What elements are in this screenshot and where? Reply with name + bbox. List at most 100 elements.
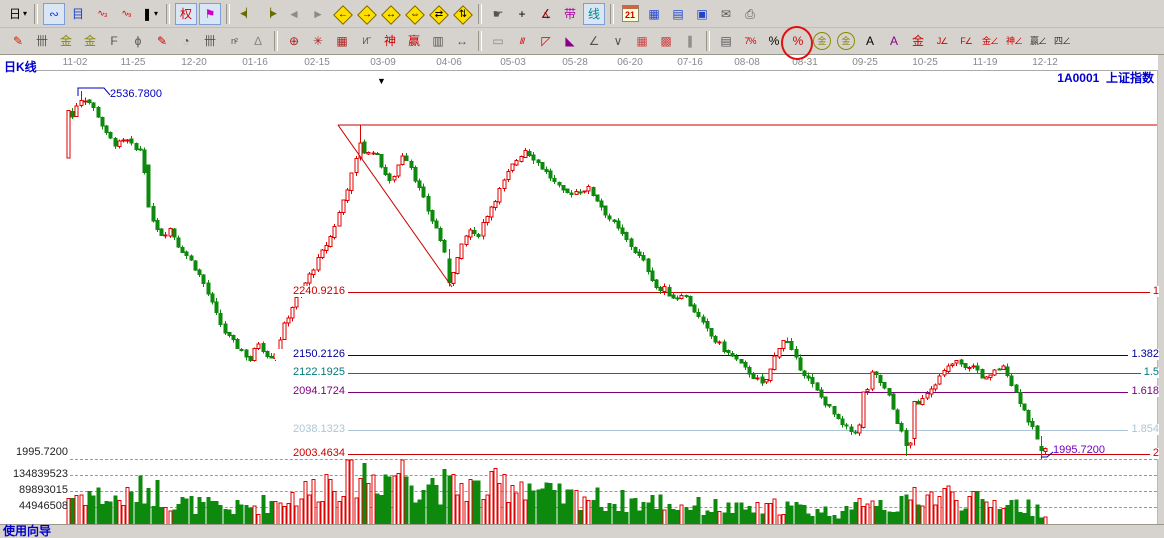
golden-section2-tool[interactable]: 金 — [79, 30, 101, 52]
save-button[interactable]: ▣ — [691, 3, 713, 25]
zoom-out-button[interactable]: ↔ — [379, 3, 401, 25]
fib-ratio-label: 1.382 — [1128, 349, 1159, 360]
toolbar-separator — [478, 4, 482, 24]
golden-section-tool[interactable]: 金 — [55, 30, 77, 52]
angle-j-tool[interactable]: J∠ — [931, 30, 953, 52]
zoom-in-button[interactable]: ⇔ — [403, 3, 425, 25]
gann-grid-tool[interactable]: ▦ — [331, 30, 353, 52]
hand-tool-button[interactable]: ☛ — [487, 3, 509, 25]
page-prev-button[interactable]: ◄ — [283, 3, 305, 25]
angle-rays-tool[interactable]: ∠ — [583, 30, 605, 52]
angle-shen-tool[interactable]: 神∠ — [1003, 30, 1025, 52]
overlay-chart-button[interactable]: ∾ — [43, 3, 65, 25]
fib-lines-tool[interactable]: F — [103, 30, 125, 52]
date-axis-label: 11-02 — [63, 57, 88, 68]
angle-f-tool[interactable]: F∠ — [955, 30, 977, 52]
restore-rights-button[interactable]: 权 — [175, 3, 197, 25]
ruler-tool[interactable]: ▥ — [427, 30, 449, 52]
notebook-button[interactable]: ▤ — [667, 3, 689, 25]
marker-triangle-icon: ▼ — [377, 76, 386, 86]
candlestick-and-volume-canvas — [0, 0, 1164, 532]
fan-solid-tool[interactable]: ◣ — [559, 30, 581, 52]
level-price-label: 2240.9216 — [275, 286, 345, 297]
gann-star-tool[interactable]: ✳ — [307, 30, 329, 52]
line-tool-button[interactable]: 线 — [583, 3, 605, 25]
date-axis-label: 11-19 — [973, 57, 998, 68]
skip-last-button[interactable]: ▕▶ — [259, 3, 281, 25]
speed-fan-tool[interactable]: /// — [511, 30, 533, 52]
percent7-tool[interactable]: 7% — [739, 30, 761, 52]
calendar-button[interactable]: 21 — [619, 3, 641, 25]
date-axis-label: 09-25 — [852, 57, 878, 68]
parallel-tool[interactable]: ∥ — [679, 30, 701, 52]
shen-tool[interactable]: 神 — [379, 30, 401, 52]
wave-label-tool[interactable]: A — [883, 30, 905, 52]
gold-circle-hline-tool[interactable]: 金 — [835, 30, 857, 52]
grid-arrow-tool[interactable]: ▩ — [655, 30, 677, 52]
date-axis-label: 08-08 — [734, 57, 760, 68]
date-axis-label: 01-16 — [242, 57, 268, 68]
price-list-tool[interactable]: ▤ — [715, 30, 737, 52]
period-title: 日K线 — [4, 58, 37, 75]
angle-measure-tool[interactable]: ∆ — [247, 30, 269, 52]
info-panel-button[interactable]: 目 — [67, 3, 89, 25]
ying-tool[interactable]: 赢 — [403, 30, 425, 52]
gold-circle-tool[interactable]: 金 — [811, 30, 833, 52]
volume-axis-label: 89893015 — [2, 485, 68, 496]
vgrid2-tool[interactable]: 卌 — [199, 30, 221, 52]
volume-axis-label: 44946508 — [2, 501, 68, 512]
red-pen-tool[interactable]: ✎ — [151, 30, 173, 52]
cycle-circle-tool[interactable]: ◔ — [175, 30, 197, 52]
main-toolbar: 日▾ ∾目∿₃∿₉❚▾ 权⚑ ◀▏▕▶◄►←→↔⇔⇄⇅ ☛+∡带线 21▦▤▣✉⎙ — [0, 0, 1164, 28]
drawing-toolbar: ✎卌金金Fϕ✎◔卌n²∆⊕✳▦И˝神赢▥↔▭///◸◣∠∨▦▩∥▤7%%%金金A… — [0, 28, 1164, 55]
spiral-tool[interactable]: ϕ — [127, 30, 149, 52]
band-tool-button[interactable]: 带 — [559, 3, 581, 25]
text-note-tool[interactable]: A — [859, 30, 881, 52]
fib-ratio-label: 2 — [1150, 448, 1159, 459]
symbol-title: 1A0001 上证指数 — [1057, 69, 1154, 86]
gold-line-tool[interactable]: 金 — [907, 30, 929, 52]
crosshair-tool-button[interactable]: + — [511, 3, 533, 25]
date-axis-label: 11-25 — [121, 57, 146, 68]
angle-tool-button[interactable]: ∡ — [535, 3, 557, 25]
angle-ying-tool[interactable]: 赢∠ — [1027, 30, 1049, 52]
pen-tool[interactable]: ✎ — [7, 30, 29, 52]
zigzag-tool[interactable]: ∨ — [607, 30, 629, 52]
circle-cross-tool[interactable]: ⊕ — [283, 30, 305, 52]
toolbar-separator — [34, 4, 38, 24]
grid-red-tool[interactable]: ▦ — [631, 30, 653, 52]
wave-3-button[interactable]: ∿₃ — [91, 3, 113, 25]
toolbar-separator — [166, 4, 170, 24]
indicator-flag-button[interactable]: ⚑ — [199, 3, 221, 25]
fib-ratio-label: 1.618 — [1128, 386, 1159, 397]
period-day-button[interactable]: 日▾ — [7, 3, 29, 25]
left-last-price-label: 1995.7200 — [2, 446, 68, 458]
last-price-label: 1995.7200 — [1053, 444, 1105, 456]
angle-gold-tool[interactable]: 金∠ — [979, 30, 1001, 52]
wave-9-button[interactable]: ∿₉ — [115, 3, 137, 25]
date-axis-label: 07-16 — [677, 57, 703, 68]
fib-ratio-label: 1 — [1150, 286, 1159, 297]
toolbar-separator — [226, 4, 230, 24]
candle-style-button[interactable]: ❚▾ — [139, 3, 161, 25]
page-next-button[interactable]: ► — [307, 3, 329, 25]
angle-four-tool[interactable]: 四∠ — [1051, 30, 1073, 52]
toolbar-separator — [706, 31, 710, 51]
width-measure-tool[interactable]: ↔ — [451, 30, 473, 52]
print-button[interactable]: ⎙ — [739, 3, 761, 25]
quote-tool[interactable]: И˝ — [355, 30, 377, 52]
mail-button[interactable]: ✉ — [715, 3, 737, 25]
volume-axis-label: 134839523 — [2, 469, 68, 480]
fan-box-tool[interactable]: ◸ — [535, 30, 557, 52]
compress-v-button[interactable]: ⇅ — [451, 3, 473, 25]
level-price-label: 2094.1724 — [275, 386, 345, 397]
rect-tool[interactable]: ▭ — [487, 30, 509, 52]
compress-h-button[interactable]: ⇄ — [427, 3, 449, 25]
n2-tool[interactable]: n² — [223, 30, 245, 52]
level-price-label: 2122.1925 — [275, 367, 345, 378]
zoom-left-button[interactable]: ← — [331, 3, 353, 25]
calculator-button[interactable]: ▦ — [643, 3, 665, 25]
zoom-right-button[interactable]: → — [355, 3, 377, 25]
skip-first-button[interactable]: ◀▏ — [235, 3, 257, 25]
vgrid-tool[interactable]: 卌 — [31, 30, 53, 52]
